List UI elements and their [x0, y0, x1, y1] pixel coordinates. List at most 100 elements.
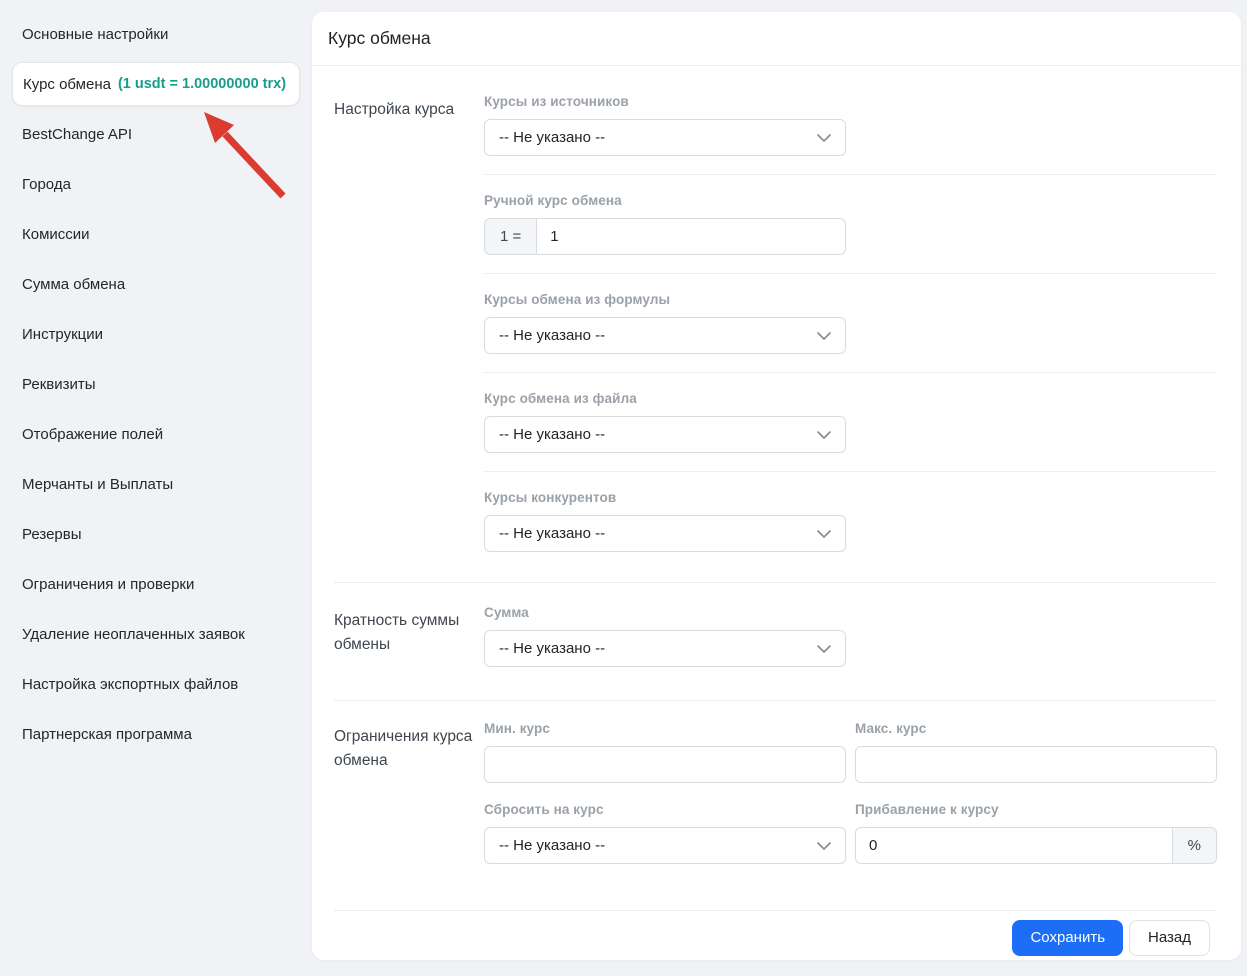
- field-label: Сумма: [484, 605, 529, 620]
- field-max-rate: Макс. курс: [855, 721, 1217, 783]
- sidebar-item-merchants-payouts[interactable]: Мерчанты и Выплаты: [0, 459, 312, 509]
- section-rate-limits: Ограничения курса обмена Мин. курс Макс.…: [334, 700, 1217, 897]
- sidebar-item-cities[interactable]: Города: [0, 159, 312, 209]
- sidebar-item-label: Ограничения и проверки: [22, 575, 195, 593]
- field-label: Курс обмена из файла: [484, 391, 637, 406]
- rate-addition-group: %: [855, 827, 1217, 864]
- select-value: -- Не указано --: [499, 129, 606, 146]
- sidebar-item-label: Инструкции: [22, 325, 104, 343]
- sidebar-item-label: Мерчанты и Выплаты: [22, 475, 174, 493]
- field-rate-from-file: Курс обмена из файла -- Не указано --: [484, 391, 1217, 453]
- sidebar-item-export-files-settings[interactable]: Настройка экспортных файлов: [0, 659, 312, 709]
- select-value: -- Не указано --: [499, 426, 606, 443]
- card-footer: Сохранить Назад: [334, 910, 1217, 960]
- sidebar-item-label: Основные настройки: [22, 25, 169, 43]
- field-rate-addition: Прибавление к курсу %: [855, 802, 1217, 864]
- chevron-down-icon: [817, 644, 831, 653]
- chevron-down-icon: [817, 529, 831, 538]
- field-label: Ручной курс обмена: [484, 193, 622, 208]
- sidebar-item-exchange-amount[interactable]: Сумма обмена: [0, 259, 312, 309]
- sidebar: Основные настройки Курс обмена (1 usdt =…: [0, 0, 312, 976]
- sidebar-item-requisites[interactable]: Реквизиты: [0, 359, 312, 409]
- sidebar-item-label: Партнерская программа: [22, 725, 192, 743]
- exchange-rate-card: Курс обмена Настройка курса Курсы из ист…: [312, 12, 1241, 960]
- sidebar-item-main-settings[interactable]: Основные настройки: [0, 9, 312, 59]
- rate-prefix: 1 =: [484, 218, 537, 255]
- select-value: -- Не указано --: [499, 640, 606, 657]
- section-rate-setup: Настройка курса Курсы из источников -- Н…: [334, 66, 1217, 582]
- field-reset-to-rate: Сбросить на курс -- Не указано --: [484, 802, 846, 864]
- sidebar-item-label: Курс обмена: [23, 75, 111, 93]
- sidebar-item-reserves[interactable]: Резервы: [0, 509, 312, 559]
- section-label: Кратность суммы обмены: [334, 612, 460, 653]
- divider: [484, 372, 1217, 373]
- app-root: Основные настройки Курс обмена (1 usdt =…: [0, 0, 1247, 976]
- sidebar-item-label: Сумма обмена: [22, 275, 126, 293]
- section-label: Ограничения курса обмена: [334, 728, 473, 769]
- field-label: Мин. курс: [484, 721, 550, 736]
- sidebar-item-instructions[interactable]: Инструкции: [0, 309, 312, 359]
- sidebar-item-label: Реквизиты: [22, 375, 96, 393]
- manual-rate-group: 1 =: [484, 218, 846, 255]
- field-label: Курсы из источников: [484, 94, 629, 109]
- chevron-down-icon: [817, 331, 831, 340]
- field-label: Сбросить на курс: [484, 802, 604, 817]
- field-label: Прибавление к курсу: [855, 802, 999, 817]
- back-button[interactable]: Назад: [1129, 920, 1210, 956]
- field-manual-rate: Ручной курс обмена 1 =: [484, 193, 1217, 255]
- section-label: Настройка курса: [334, 101, 455, 118]
- max-rate-input[interactable]: [855, 746, 1217, 783]
- field-rate-sources: Курсы из источников -- Не указано --: [484, 94, 1217, 156]
- sidebar-item-exchange-rate[interactable]: Курс обмена (1 usdt = 1.00000000 trx): [12, 62, 300, 106]
- exchange-rate-badge: (1 usdt = 1.00000000 trx): [117, 76, 287, 92]
- sidebar-item-label: Резервы: [22, 525, 82, 543]
- select-value: -- Не указано --: [499, 525, 606, 542]
- field-label: Курсы обмена из формулы: [484, 292, 671, 307]
- field-rate-formula: Курсы обмена из формулы -- Не указано --: [484, 292, 1217, 354]
- sidebar-item-commissions[interactable]: Комиссии: [0, 209, 312, 259]
- select-value: -- Не указано --: [499, 327, 606, 344]
- select-rate-sources[interactable]: -- Не указано --: [484, 119, 846, 156]
- sidebar-item-label: BestChange API: [22, 125, 133, 143]
- section-amount-multiplicity: Кратность суммы обмены Сумма -- Не указа…: [334, 582, 1217, 700]
- sidebar-item-label: Города: [22, 175, 71, 193]
- sidebar-item-bestchange-api[interactable]: BestChange API: [0, 109, 312, 159]
- divider: [484, 273, 1217, 274]
- section-fields: Мин. курс Макс. курс Сбросить на курс --…: [484, 721, 1217, 864]
- sidebar-item-delete-unpaid-orders[interactable]: Удаление неоплаченных заявок: [0, 609, 312, 659]
- divider: [484, 174, 1217, 175]
- section-fields: Сумма -- Не указано --: [484, 605, 1217, 667]
- sidebar-nav: Основные настройки Курс обмена (1 usdt =…: [0, 9, 312, 759]
- sidebar-item-affiliate-program[interactable]: Партнерская программа: [0, 709, 312, 759]
- manual-rate-input[interactable]: [536, 218, 846, 255]
- save-button[interactable]: Сохранить: [1012, 920, 1124, 956]
- select-value: -- Не указано --: [499, 837, 606, 854]
- sidebar-item-limits-and-checks[interactable]: Ограничения и проверки: [0, 559, 312, 609]
- rate-addition-input[interactable]: [855, 827, 1173, 864]
- percent-suffix: %: [1172, 827, 1217, 864]
- min-rate-input[interactable]: [484, 746, 846, 783]
- select-rate-formula[interactable]: -- Не указано --: [484, 317, 846, 354]
- field-label: Курсы конкурентов: [484, 490, 617, 505]
- sidebar-item-field-display[interactable]: Отображение полей: [0, 409, 312, 459]
- main-content: Курс обмена Настройка курса Курсы из ист…: [312, 0, 1247, 976]
- chevron-down-icon: [817, 133, 831, 142]
- card-body: Настройка курса Курсы из источников -- Н…: [312, 66, 1241, 910]
- field-min-rate: Мин. курс: [484, 721, 846, 783]
- divider: [484, 471, 1217, 472]
- field-competitor-rates: Курсы конкурентов -- Не указано --: [484, 490, 1217, 552]
- select-competitor-rates[interactable]: -- Не указано --: [484, 515, 846, 552]
- chevron-down-icon: [817, 430, 831, 439]
- section-fields: Курсы из источников -- Не указано -- Руч…: [484, 94, 1217, 552]
- sidebar-item-label: Настройка экспортных файлов: [22, 675, 239, 693]
- sidebar-item-label: Отображение полей: [22, 425, 164, 443]
- select-reset-to-rate[interactable]: -- Не указано --: [484, 827, 846, 864]
- select-rate-from-file[interactable]: -- Не указано --: [484, 416, 846, 453]
- sidebar-item-label: Комиссии: [22, 225, 90, 243]
- page-title: Курс обмена: [312, 12, 1241, 66]
- select-amount-multiplicity[interactable]: -- Не указано --: [484, 630, 846, 667]
- field-label: Макс. курс: [855, 721, 927, 736]
- field-amount: Сумма -- Не указано --: [484, 605, 1217, 667]
- chevron-down-icon: [817, 841, 831, 850]
- sidebar-item-label: Удаление неоплаченных заявок: [22, 625, 245, 643]
